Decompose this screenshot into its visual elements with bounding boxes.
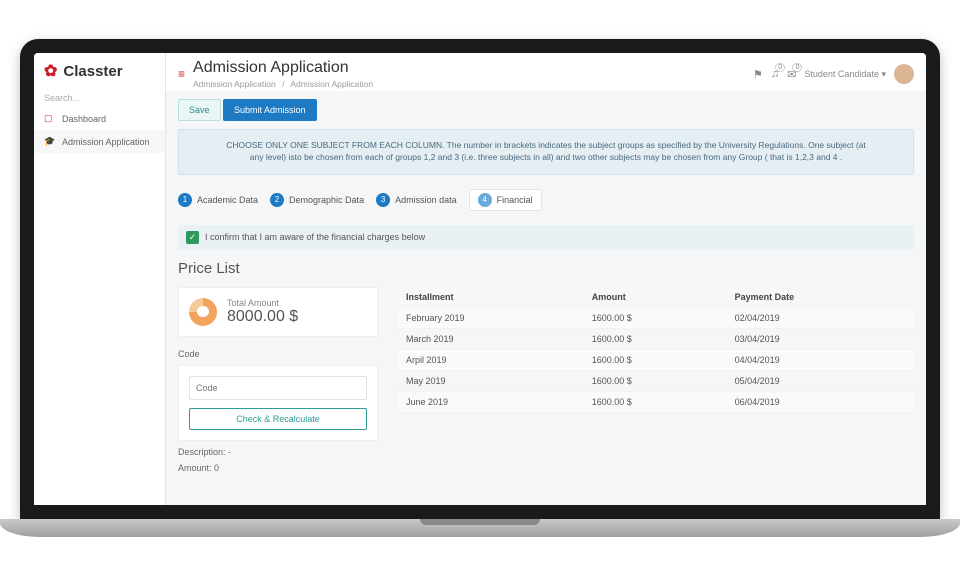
user-menu[interactable]: Student Candidate ▾	[804, 69, 886, 80]
table-row: February 20191600.00 $02/04/2019	[398, 308, 914, 329]
action-bar: Save Submit Admission	[178, 99, 914, 121]
breadcrumb-item[interactable]: Admission Application	[193, 79, 276, 89]
sidebar-item-label: Admission Application	[62, 137, 150, 147]
breadcrumb: Admission Application / Admission Applic…	[193, 79, 753, 89]
code-amount: Amount: 0	[178, 463, 378, 473]
graduation-cap-icon: 🎓	[44, 136, 56, 147]
screen-frame: ✿ Classter Search... ▢ Dashboard 🎓 Admis…	[20, 39, 940, 519]
total-amount: 8000.00 $	[227, 308, 298, 326]
confirm-bar: ✓ I confirm that I am aware of the finan…	[178, 225, 914, 250]
step-tabs: 1Academic Data 2Demographic Data 3Admiss…	[178, 185, 914, 215]
bell-badge: 0	[775, 63, 785, 72]
table-row: May 20191600.00 $05/04/2019	[398, 371, 914, 392]
mail-icon[interactable]: ✉0	[787, 68, 796, 81]
bell-icon[interactable]: ♫0	[771, 68, 779, 80]
total-card: Total Amount 8000.00 $	[178, 287, 378, 337]
laptop-base	[0, 519, 960, 537]
brand-name: Classter	[63, 63, 122, 80]
menu-icon[interactable]: ≡	[178, 67, 185, 81]
code-label: Code	[178, 349, 378, 359]
breadcrumb-sep: /	[282, 79, 284, 89]
submit-button[interactable]: Submit Admission	[223, 99, 317, 121]
table-row: March 20191600.00 $03/04/2019	[398, 329, 914, 350]
confirm-text: I confirm that I am aware of the financi…	[205, 232, 425, 242]
content: Save Submit Admission CHOOSE ONLY ONE SU…	[166, 91, 926, 505]
flag-icon[interactable]: ⚑	[753, 68, 763, 81]
brand-icon: ✿	[44, 61, 57, 81]
tab-academic[interactable]: 1Academic Data	[178, 193, 258, 207]
tab-demographic[interactable]: 2Demographic Data	[270, 193, 364, 207]
dashboard-icon: ▢	[44, 113, 56, 124]
sidebar-item-label: Dashboard	[62, 114, 106, 124]
pie-icon	[189, 298, 217, 326]
installment-table: Installment Amount Payment Date February…	[398, 287, 914, 473]
main: ≡ Admission Application Admission Applic…	[166, 53, 926, 505]
col-date: Payment Date	[735, 292, 906, 302]
avatar[interactable]	[894, 64, 914, 84]
code-description: Description: -	[178, 447, 378, 457]
mail-badge: 0	[792, 63, 802, 72]
app-screen: ✿ Classter Search... ▢ Dashboard 🎓 Admis…	[34, 53, 926, 505]
info-banner: CHOOSE ONLY ONE SUBJECT FROM EACH COLUMN…	[178, 129, 914, 175]
price-list-title: Price List	[178, 260, 914, 277]
col-amount: Amount	[592, 292, 735, 302]
topbar-right: ⚑ ♫0 ✉0 Student Candidate ▾	[753, 64, 914, 84]
table-row: June 20191600.00 $06/04/2019	[398, 392, 914, 413]
table-row: Arpil 20191600.00 $04/04/2019	[398, 350, 914, 371]
code-input[interactable]	[189, 376, 367, 400]
page-title: Admission Application	[193, 59, 753, 77]
check-recalculate-button[interactable]: Check & Recalculate	[189, 408, 367, 430]
col-installment: Installment	[406, 292, 592, 302]
tab-admission[interactable]: 3Admission data	[376, 193, 457, 207]
topbar: ≡ Admission Application Admission Applic…	[166, 53, 926, 91]
breadcrumb-item: Admission Application	[290, 79, 373, 89]
code-block: Code Check & Recalculate Description: - …	[178, 349, 378, 473]
sidebar-item-dashboard[interactable]: ▢ Dashboard	[34, 107, 165, 130]
table-header: Installment Amount Payment Date	[398, 287, 914, 308]
brand: ✿ Classter	[34, 53, 165, 89]
sidebar: ✿ Classter Search... ▢ Dashboard 🎓 Admis…	[34, 53, 166, 505]
tab-financial[interactable]: 4Financial	[469, 189, 542, 211]
sidebar-search[interactable]: Search...	[34, 89, 165, 107]
sidebar-item-admission[interactable]: 🎓 Admission Application	[34, 130, 165, 153]
total-label: Total Amount	[227, 298, 298, 308]
laptop-mockup: ✿ Classter Search... ▢ Dashboard 🎓 Admis…	[20, 39, 940, 537]
checkbox-checked-icon[interactable]: ✓	[186, 231, 199, 244]
save-button[interactable]: Save	[178, 99, 221, 121]
